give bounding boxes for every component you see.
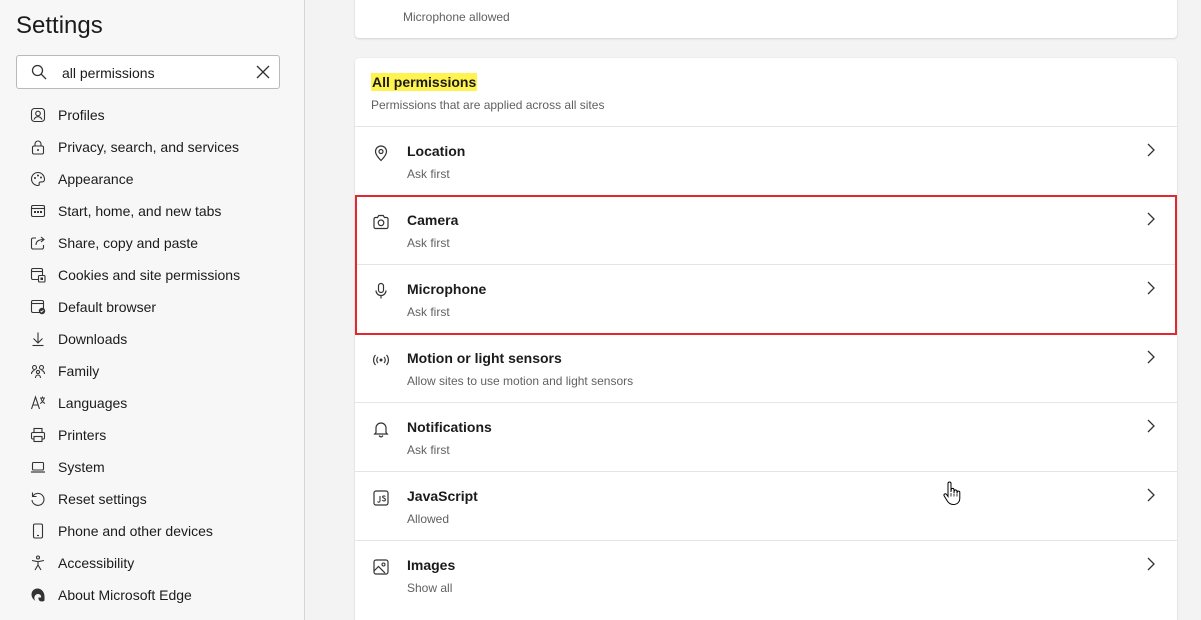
search-box[interactable]: all permissions bbox=[16, 55, 280, 89]
section-title: All permissions bbox=[371, 73, 478, 91]
permission-row-motion-sensors[interactable]: Motion or light sensors Allow sites to u… bbox=[355, 333, 1177, 402]
sidebar-item-phone[interactable]: Phone and other devices bbox=[0, 515, 304, 547]
bell-icon bbox=[372, 420, 390, 438]
reset-icon bbox=[30, 491, 46, 507]
phone-icon bbox=[30, 523, 46, 539]
sensors-icon bbox=[372, 351, 390, 369]
sidebar-nav: Profiles Privacy, search, and services A… bbox=[0, 99, 304, 611]
permission-status: Ask first bbox=[407, 305, 450, 319]
browser-icon bbox=[30, 299, 46, 315]
permissions-list: Location Ask first Camera Ask first Micr… bbox=[355, 126, 1177, 609]
sidebar-item-appearance[interactable]: Appearance bbox=[0, 163, 304, 195]
sidebar-item-label: Share, copy and paste bbox=[58, 235, 199, 251]
previous-card: Microphone allowed bbox=[355, 0, 1177, 38]
sidebar-item-label: Default browser bbox=[58, 299, 157, 315]
home-tabs-icon bbox=[30, 203, 46, 219]
sidebar-item-reset[interactable]: Reset settings bbox=[0, 483, 304, 515]
chevron-right-icon bbox=[1145, 349, 1157, 365]
permission-label: JavaScript bbox=[407, 488, 478, 504]
chevron-right-icon bbox=[1145, 487, 1157, 503]
sidebar-item-label: Languages bbox=[58, 395, 128, 411]
chevron-right-icon bbox=[1145, 211, 1157, 227]
image-icon bbox=[372, 558, 390, 576]
sidebar-item-languages[interactable]: Languages bbox=[0, 387, 304, 419]
sidebar-item-label: Downloads bbox=[58, 331, 128, 347]
search-icon bbox=[31, 64, 47, 80]
sidebar-item-privacy[interactable]: Privacy, search, and services bbox=[0, 131, 304, 163]
sidebar-item-label: Phone and other devices bbox=[58, 523, 213, 539]
sidebar-item-profiles[interactable]: Profiles bbox=[0, 99, 304, 131]
permission-label: Images bbox=[407, 557, 456, 573]
sidebar-item-label: About Microsoft Edge bbox=[58, 587, 192, 603]
sidebar-item-start-home[interactable]: Start, home, and new tabs bbox=[0, 195, 304, 227]
profile-icon bbox=[30, 107, 46, 123]
edge-icon bbox=[30, 587, 46, 603]
location-icon bbox=[372, 144, 390, 162]
permission-label: Camera bbox=[407, 212, 459, 228]
sidebar-item-share[interactable]: Share, copy and paste bbox=[0, 227, 304, 259]
sidebar-item-label: System bbox=[58, 459, 105, 475]
main-content: Microphone allowed All permissions Permi… bbox=[306, 0, 1201, 620]
sidebar-item-label: Cookies and site permissions bbox=[58, 267, 241, 283]
sidebar-item-about[interactable]: About Microsoft Edge bbox=[0, 579, 304, 611]
languages-icon bbox=[30, 395, 46, 411]
permission-row-microphone[interactable]: Microphone Ask first bbox=[355, 264, 1177, 333]
sidebar-item-accessibility[interactable]: Accessibility bbox=[0, 547, 304, 579]
permission-row-images[interactable]: Images Show all bbox=[355, 540, 1177, 609]
chevron-right-icon bbox=[1145, 142, 1157, 158]
chevron-right-icon bbox=[1145, 556, 1157, 572]
permission-status: Ask first bbox=[407, 443, 450, 457]
permission-row-location[interactable]: Location Ask first bbox=[355, 126, 1177, 195]
sidebar: Settings all permissions Profiles Privac… bbox=[0, 0, 305, 620]
sidebar-item-downloads[interactable]: Downloads bbox=[0, 323, 304, 355]
sidebar-item-label: Family bbox=[58, 363, 100, 379]
sidebar-item-label: Appearance bbox=[58, 171, 134, 187]
cookies-icon bbox=[30, 267, 46, 283]
permission-status: Ask first bbox=[407, 167, 450, 181]
sidebar-item-label: Printers bbox=[58, 427, 107, 443]
sidebar-item-family[interactable]: Family bbox=[0, 355, 304, 387]
permission-row-javascript[interactable]: JavaScript Allowed bbox=[355, 471, 1177, 540]
permission-label: Notifications bbox=[407, 419, 492, 435]
permission-label: Microphone bbox=[407, 281, 487, 297]
permission-status: Allowed bbox=[407, 512, 450, 526]
sidebar-item-label: Reset settings bbox=[58, 491, 147, 507]
permission-row-notifications[interactable]: Notifications Ask first bbox=[355, 402, 1177, 471]
sidebar-item-label: Profiles bbox=[58, 107, 105, 123]
chevron-right-icon bbox=[1145, 280, 1157, 296]
hand-cursor-icon bbox=[941, 481, 961, 507]
sidebar-item-default-browser[interactable]: Default browser bbox=[0, 291, 304, 323]
laptop-icon bbox=[30, 459, 46, 475]
sidebar-item-printers[interactable]: Printers bbox=[0, 419, 304, 451]
sidebar-item-label: Start, home, and new tabs bbox=[58, 203, 222, 219]
download-icon bbox=[30, 331, 46, 347]
sidebar-item-label: Privacy, search, and services bbox=[58, 139, 240, 155]
printer-icon bbox=[30, 427, 46, 443]
microphone-icon bbox=[372, 282, 390, 300]
search-input[interactable]: all permissions bbox=[62, 65, 155, 81]
permission-status: Ask first bbox=[407, 236, 450, 250]
chevron-right-icon bbox=[1145, 418, 1157, 434]
sidebar-item-label: Accessibility bbox=[58, 555, 135, 571]
permission-status: Allow sites to use motion and light sens… bbox=[407, 374, 634, 388]
share-icon bbox=[30, 235, 46, 251]
permission-label: Motion or light sensors bbox=[407, 350, 562, 366]
sidebar-item-system[interactable]: System bbox=[0, 451, 304, 483]
sidebar-item-cookies[interactable]: Cookies and site permissions bbox=[0, 259, 304, 291]
microphone-allowed-text: Microphone allowed bbox=[403, 10, 510, 24]
accessibility-icon bbox=[30, 555, 46, 571]
permission-row-camera[interactable]: Camera Ask first bbox=[355, 195, 1177, 264]
palette-icon bbox=[30, 171, 46, 187]
all-permissions-card: All permissions Permissions that are app… bbox=[355, 58, 1177, 620]
close-icon[interactable] bbox=[256, 65, 270, 79]
camera-icon bbox=[372, 213, 390, 231]
permission-status: Show all bbox=[407, 581, 453, 595]
family-icon bbox=[30, 363, 46, 379]
page-title: Settings bbox=[16, 12, 103, 39]
permission-label: Location bbox=[407, 143, 466, 159]
section-subtitle: Permissions that are applied across all … bbox=[371, 98, 605, 112]
lock-icon bbox=[30, 139, 46, 155]
javascript-icon bbox=[372, 489, 390, 507]
